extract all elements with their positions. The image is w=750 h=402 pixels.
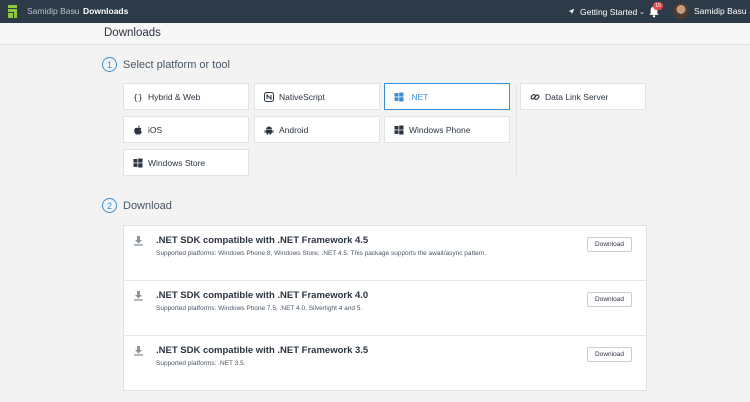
braces-icon: {}: [133, 93, 143, 102]
download-list: .NET SDK compatible with .NET Framework …: [123, 225, 647, 391]
step-number: 2: [102, 198, 117, 213]
platform-label: Windows Store: [148, 158, 206, 168]
step-download: 2 Download: [102, 198, 172, 213]
windows-icon: [394, 92, 404, 102]
breadcrumb-current: Downloads: [83, 6, 129, 16]
platform-label: Windows Phone: [409, 125, 471, 135]
tile-group-divider: [516, 85, 517, 177]
chevron-down-icon: ⌄: [639, 8, 646, 16]
download-item-net45: .NET SDK compatible with .NET Framework …: [124, 226, 646, 281]
android-icon: [264, 126, 274, 135]
step-select-platform: 1 Select platform or tool: [102, 57, 230, 72]
step-label: Select platform or tool: [123, 58, 230, 71]
user-menu[interactable]: Samidip Basu⌄: [694, 6, 750, 16]
download-title: .NET SDK compatible with .NET Framework …: [156, 290, 369, 301]
platform-label: iOS: [148, 125, 163, 135]
platform-data-link-server[interactable]: Data Link Server: [520, 83, 646, 110]
avatar[interactable]: [673, 3, 689, 19]
page-header: Downloads: [0, 23, 750, 45]
step-number: 1: [102, 57, 117, 72]
apple-icon: [134, 125, 142, 135]
download-description: Supported platforms: .NET 3.5.: [156, 360, 246, 367]
platform-nativescript[interactable]: NativeScript: [254, 83, 380, 110]
breadcrumb-account[interactable]: Samidip Basu: [27, 6, 79, 17]
download-icon: [134, 291, 143, 301]
platform-dotnet[interactable]: .NET: [384, 83, 510, 110]
platform-label: Android: [279, 125, 309, 135]
logo-icon[interactable]: [6, 4, 20, 19]
platform-label: Hybrid & Web: [148, 92, 201, 102]
download-item-net35: .NET SDK compatible with .NET Framework …: [124, 336, 646, 391]
download-title: .NET SDK compatible with .NET Framework …: [156, 235, 369, 246]
download-item-net40: .NET SDK compatible with .NET Framework …: [124, 281, 646, 336]
user-name: Samidip Basu: [694, 6, 747, 16]
platform-windows-phone[interactable]: Windows Phone: [384, 116, 510, 143]
platform-label: NativeScript: [279, 92, 325, 102]
top-navigation-bar: Samidip Basu › Downloads Getting Started…: [0, 0, 750, 23]
rocket-icon: [568, 8, 575, 15]
download-button[interactable]: Download: [587, 292, 632, 307]
platform-label: Data Link Server: [545, 92, 609, 102]
step-label: Download: [123, 199, 172, 212]
getting-started-label: Getting Started: [580, 6, 638, 17]
download-button[interactable]: Download: [587, 347, 632, 362]
nativescript-icon: [264, 92, 274, 102]
platform-android[interactable]: Android: [254, 116, 380, 143]
download-description: Supported platforms: Windows Phone 7.5, …: [156, 305, 363, 312]
breadcrumb-separator: ›: [73, 6, 76, 16]
platform-ios[interactable]: iOS: [123, 116, 249, 143]
notification-count-badge: 15: [653, 2, 663, 10]
link-icon: [530, 94, 540, 100]
download-button[interactable]: Download: [587, 237, 632, 252]
platform-label: .NET: [409, 92, 429, 102]
download-description: Supported platforms: Windows Phone 8, Wi…: [156, 250, 487, 257]
windows-icon: [133, 158, 143, 168]
windows-icon: [394, 125, 404, 135]
download-title: .NET SDK compatible with .NET Framework …: [156, 345, 369, 356]
getting-started-menu[interactable]: Getting Started ⌄: [568, 5, 645, 18]
page-title: Downloads: [104, 27, 161, 39]
svg-text:{}: {}: [133, 93, 143, 102]
platform-hybrid-web[interactable]: {} Hybrid & Web: [123, 83, 249, 110]
platform-windows-store[interactable]: Windows Store: [123, 149, 249, 176]
download-icon: [134, 346, 143, 356]
download-icon: [134, 236, 143, 246]
